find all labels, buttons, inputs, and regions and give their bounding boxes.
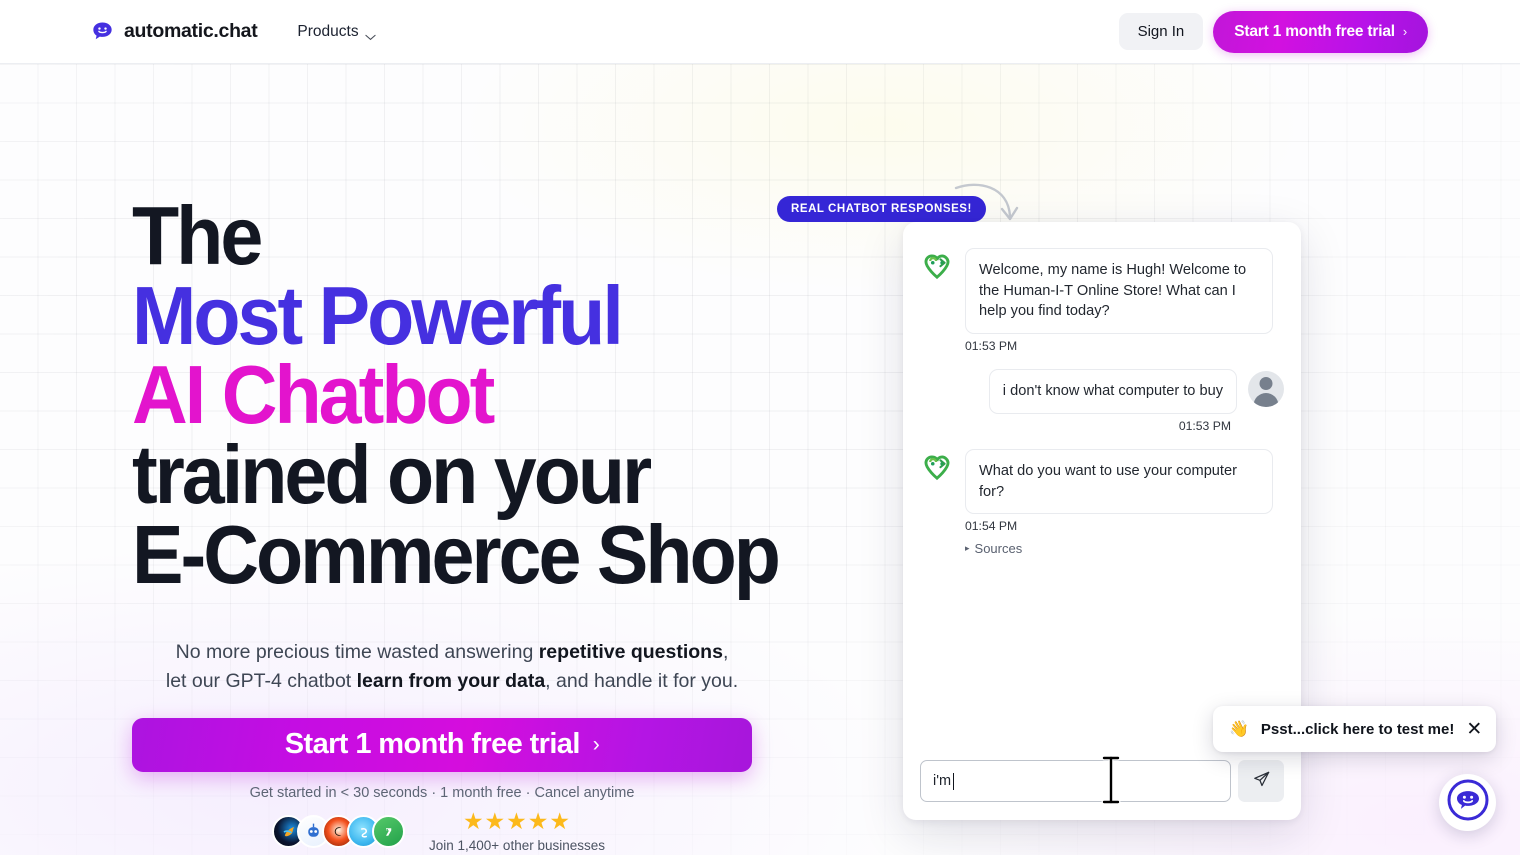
status-badge: REAL CHATBOT RESPONSES! [777, 196, 986, 222]
chat-message-list: Welcome, my name is Hugh! Welcome to the… [903, 222, 1301, 760]
site-header: automatic.chat Products Sign In Start 1 … [0, 0, 1520, 64]
chat-composer: i'm [903, 760, 1301, 820]
page-title: The Most Powerful AI Chatbot trained on … [132, 189, 781, 601]
headline-line-1: The [132, 189, 263, 282]
hero-start-trial-button[interactable]: Start 1 month free trial › [132, 717, 752, 772]
brand-name: automatic.chat [124, 20, 258, 42]
subhead-part-2: , [722, 641, 729, 664]
subhead-part-1: No more precious time wasted answering [175, 641, 539, 664]
chat-input-value: i'm [933, 773, 952, 789]
nav-products-label: Products [297, 22, 359, 40]
hero-start-trial-label: Start 1 month free trial [284, 728, 581, 761]
user-avatar-icon [1248, 371, 1284, 408]
subhead-part-3: let our GPT-4 chatbot [165, 669, 357, 692]
hero-cta-note: Get started in < 30 seconds · 1 month fr… [249, 784, 635, 801]
chat-bubble-bot-1: Welcome, my name is Hugh! Welcome to the… [965, 248, 1273, 335]
paper-plane-send-icon [1252, 770, 1271, 792]
chat-message-bot: Welcome, my name is Hugh! Welcome to the… [920, 248, 1284, 335]
close-icon[interactable]: ✕ [1466, 720, 1482, 739]
customer-avatar-5 [372, 815, 405, 848]
headline-line-5: E-Commerce Shop [132, 507, 781, 601]
sources-toggle[interactable]: ▸ Sources [965, 541, 1284, 556]
sign-in-button[interactable]: Sign In [1118, 13, 1204, 50]
headline-line-4: trained on your [132, 428, 652, 522]
chevron-down-icon [364, 28, 376, 41]
toast-message: Psst...click here to test me! [1260, 720, 1455, 738]
star-rating-icon: ★★★★★ [462, 808, 572, 834]
chat-bubble-smiley-launcher-icon [1446, 778, 1490, 827]
chat-message-bot: What do you want to use your computer fo… [920, 448, 1284, 515]
brand-logo[interactable]: automatic.chat [90, 19, 258, 44]
chat-timestamp-1: 01:53 PM [965, 339, 1018, 354]
chat-launcher-button[interactable] [1439, 774, 1496, 831]
customer-avatar-group [272, 815, 405, 848]
headline-line-3: AI Chatbot [132, 348, 495, 442]
chat-bubble-bot-2: What do you want to use your computer fo… [965, 448, 1273, 515]
chat-bubble-user-1: i don't know what computer to buy [988, 369, 1237, 414]
headline-line-2: Most Powerful [132, 268, 624, 362]
waving-hand-icon: 👋 [1229, 721, 1249, 738]
triangle-right-icon: ▸ [965, 543, 970, 554]
chat-message-input[interactable]: i'm [920, 760, 1231, 802]
nav-item-products[interactable]: Products [297, 22, 376, 41]
chat-timestamp-3: 01:54 PM [965, 519, 1018, 534]
sources-label: Sources [974, 541, 1023, 557]
page-root: automatic.chat Products Sign In Start 1 … [0, 0, 1520, 855]
header-actions: Sign In Start 1 month free trial › [1118, 10, 1428, 53]
chat-message-user: i don't know what computer to buy [920, 369, 1284, 414]
subhead-bold-1: repetitive questions [538, 641, 723, 664]
join-businesses-text: Join 1,400+ other businesses [429, 838, 605, 853]
hero-subheading: No more precious time wasted answering r… [132, 638, 772, 695]
social-proof: ★★★★★ Join 1,400+ other businesses [272, 810, 605, 853]
header-start-trial-label: Start 1 month free trial [1234, 22, 1395, 40]
header-start-trial-button[interactable]: Start 1 month free trial › [1213, 10, 1428, 53]
chat-smiley-logo-icon [90, 19, 115, 44]
chevron-right-icon: › [592, 732, 600, 756]
hero-section: The Most Powerful AI Chatbot trained on … [132, 189, 781, 801]
send-message-button[interactable] [1238, 760, 1284, 802]
chevron-right-icon: › [1402, 24, 1407, 39]
test-me-toast[interactable]: 👋 Psst...click here to test me! ✕ [1213, 706, 1497, 752]
rating-block: ★★★★★ Join 1,400+ other businesses [429, 808, 605, 854]
chat-timestamp-2: 01:53 PM [1178, 418, 1231, 433]
human-i-t-logo-icon [920, 451, 954, 485]
subhead-bold-2: learn from your data [356, 669, 546, 692]
subhead-part-4: , and handle it for you. [545, 669, 739, 692]
text-caret [953, 772, 955, 790]
human-i-t-logo-icon [920, 250, 954, 284]
